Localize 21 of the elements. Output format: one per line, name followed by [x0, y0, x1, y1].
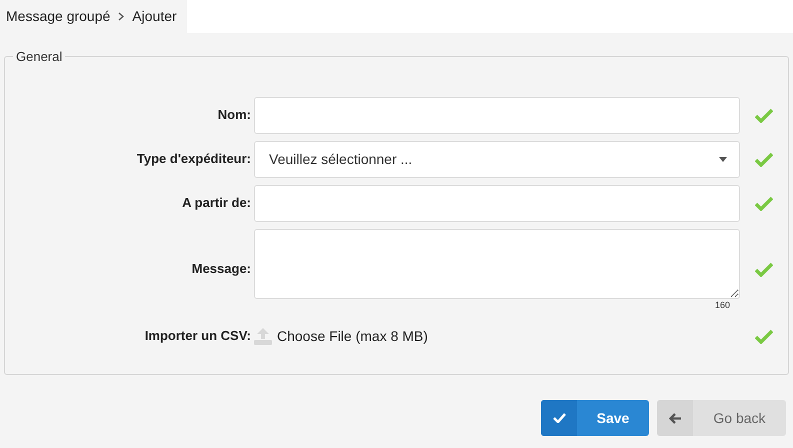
save-button[interactable]: Save	[541, 400, 649, 436]
panel-legend: General	[13, 47, 66, 66]
upload-icon	[254, 328, 272, 344]
go-back-button[interactable]: Go back	[657, 400, 786, 436]
breadcrumb-link[interactable]: Message groupé	[6, 6, 110, 27]
caret-icon	[719, 156, 727, 162]
breadcrumb-current: Ajouter	[132, 7, 177, 26]
field-label: Message:	[190, 260, 252, 278]
text-field[interactable]	[254, 184, 740, 222]
checkmark-icon	[552, 413, 566, 423]
field-label: Nom:	[216, 106, 252, 124]
choose-file-button[interactable]: Choose File (max 8 MB)	[254, 326, 428, 346]
field-label: Type d'expéditeur:	[136, 150, 252, 168]
message-field[interactable]	[254, 228, 740, 298]
field-label: Importer un CSV:	[144, 327, 252, 346]
character-counter: 160	[714, 298, 731, 310]
text-field[interactable]	[254, 96, 740, 134]
field-label: A partir de:	[181, 194, 252, 212]
arrow-left-icon	[669, 412, 681, 424]
select-field[interactable]: Veuillez sélectionner ...	[254, 140, 740, 178]
chevron-icon	[118, 12, 124, 21]
